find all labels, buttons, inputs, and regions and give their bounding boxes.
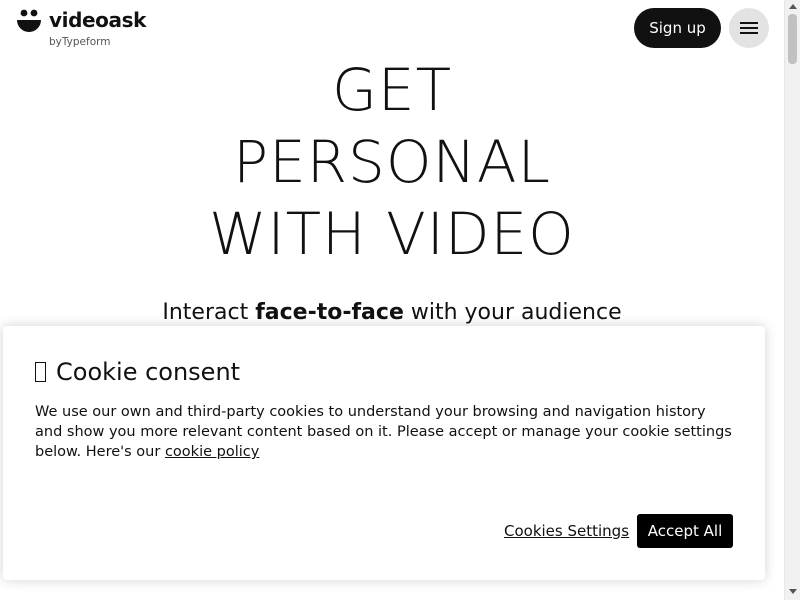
hero-subtitle-post: with your audience [403,300,622,325]
menu-button[interactable] [729,8,769,48]
cookie-consent-title-text: Cookie consent [56,358,241,386]
logo-byline: byTypeform [49,36,111,48]
videoask-logo-icon [17,9,41,32]
videoask-logo[interactable]: videoask byTypeform [16,6,156,50]
scroll-thumb[interactable] [788,14,797,64]
cookie-consent-dialog: Cookie consent We use our own and third-… [3,326,765,580]
cookies-settings-link[interactable]: Cookies Settings [504,522,629,540]
logo-wordmark: videoask [49,8,147,32]
hero-title: GET PERSONAL WITH VIDEO [0,54,784,270]
hero-title-line: GET [331,56,453,124]
scroll-up-arrow-icon[interactable] [789,4,797,9]
page: videoask byTypeform Sign up GET PERSONAL… [0,0,800,600]
sign-up-button[interactable]: Sign up [634,8,721,48]
missing-glyph-icon [35,362,46,382]
page-scrollbar[interactable] [784,0,800,600]
cookie-consent-title: Cookie consent [35,358,240,386]
cookie-policy-link[interactable]: cookie policy [165,444,259,460]
hero-subtitle-pre: Interact [162,300,256,325]
hero-subtitle: Interact face-to-face with your audience [0,300,784,325]
hero-title-line: PERSONAL [233,128,551,196]
site-header: videoask byTypeform Sign up [0,0,784,56]
hero-title-line: WITH VIDEO [209,200,575,268]
accept-all-button[interactable]: Accept All [637,514,733,548]
cookie-consent-body-text: We use our own and third-party cookies t… [35,404,732,460]
cookie-consent-body: We use our own and third-party cookies t… [35,402,735,462]
hero-subtitle-bold: face-to-face [255,300,404,325]
hamburger-menu-icon [740,22,758,34]
scroll-down-arrow-icon[interactable] [789,589,797,594]
